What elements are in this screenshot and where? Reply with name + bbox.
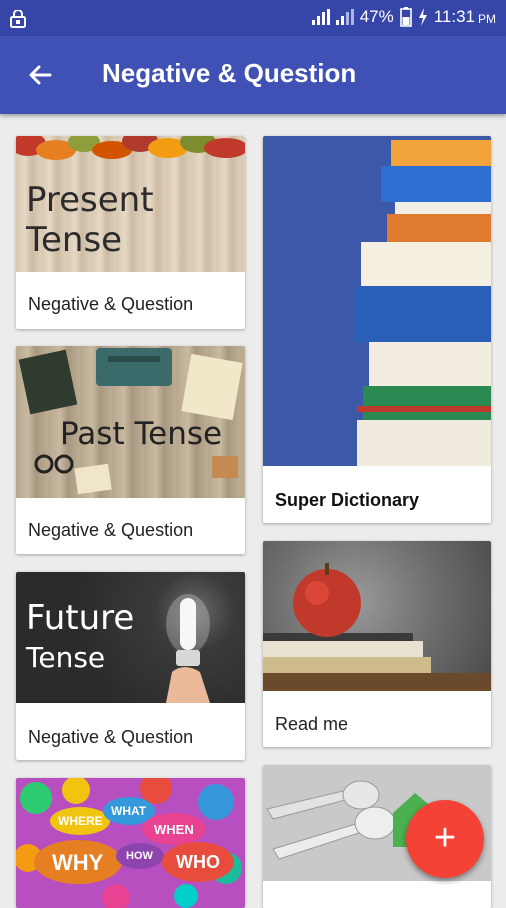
autumn-leaves-decoration [16, 136, 245, 160]
card-question-words[interactable]: WHERE WHAT WHEN WHY HOW WHO [16, 778, 245, 908]
word-how: HOW [126, 850, 153, 862]
books-stack-image [263, 136, 491, 466]
word-why: WHY [52, 850, 104, 875]
card-read-me[interactable]: Read me [263, 541, 491, 747]
card-caption: Negative & Question [28, 294, 194, 314]
card-future-tense[interactable]: Future Tense Negative & Question [16, 572, 245, 760]
word-what: WHAT [111, 804, 147, 818]
past-image-text: Past Tense [60, 416, 223, 452]
battery-percent: 47% [359, 7, 394, 26]
present-tense-image: Present Tense [16, 136, 245, 272]
future-tense-image: Future Tense [16, 572, 245, 703]
battery-icon [399, 7, 412, 27]
charging-icon [418, 8, 427, 26]
speech-bubbles-decoration [16, 778, 242, 908]
word-who: WHO [176, 852, 220, 872]
card-caption: Super Dictionary [275, 490, 420, 510]
word-where: WHERE [58, 814, 103, 828]
card-super-dictionary[interactable]: Super Dictionary [263, 136, 491, 523]
status-bar: 47% 11:31 PM [0, 0, 506, 36]
apple-icon [263, 563, 491, 691]
lock-icon [10, 10, 26, 28]
signal-icon [335, 9, 354, 25]
question-words-image: WHERE WHAT WHEN WHY HOW WHO [16, 778, 245, 908]
card-present-tense[interactable]: Present Tense Negative & Question [16, 136, 245, 329]
present-image-text-1: Present [26, 180, 154, 220]
word-when: WHEN [154, 822, 194, 837]
card-caption: Read me [275, 714, 349, 734]
card-caption: Negative & Question [28, 520, 194, 540]
app-bar: Negative & Question [0, 36, 506, 114]
clock-time: 11:31 [433, 7, 475, 26]
add-button[interactable]: + [406, 800, 484, 878]
card-past-tense[interactable]: Past Tense Negative & Question [16, 346, 245, 554]
page-title: Negative & Question [102, 58, 357, 88]
signal-icon [311, 9, 330, 25]
add-icon: + [433, 817, 457, 859]
arrow-back-icon[interactable] [24, 60, 56, 92]
books-stack-icon [355, 140, 491, 466]
past-tense-image: Past Tense [16, 346, 245, 498]
card-caption: Negative & Question [28, 727, 194, 747]
light-bulb-icon [166, 594, 210, 703]
clock-ampm: PM [478, 11, 496, 26]
apple-books-image [263, 541, 491, 691]
present-image-text-2: Tense [26, 220, 123, 260]
